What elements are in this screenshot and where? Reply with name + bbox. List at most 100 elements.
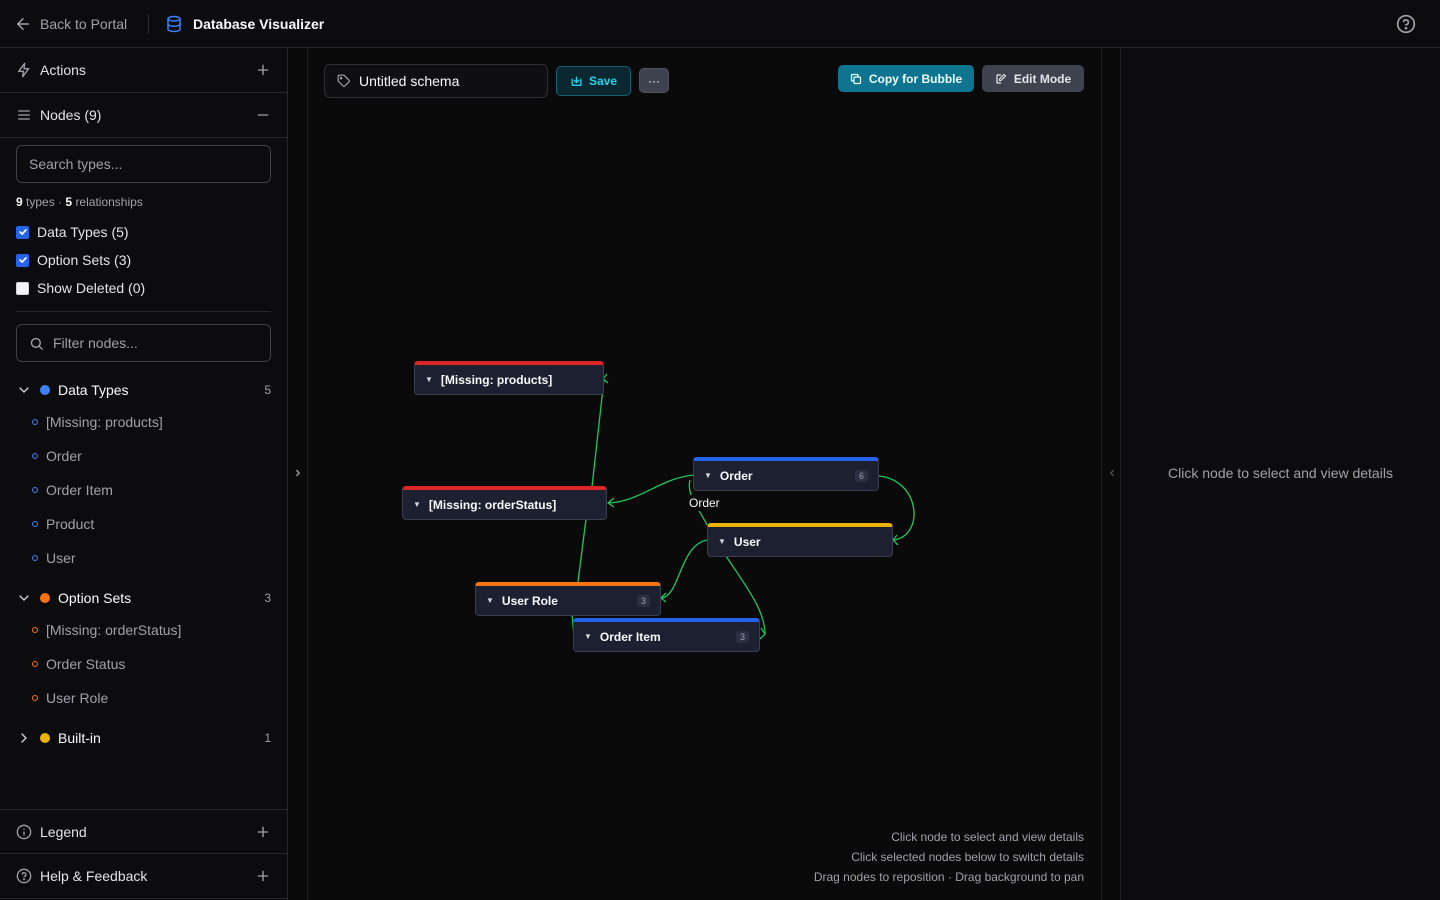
item-label: Order (46, 448, 82, 464)
help-section-header[interactable]: Help & Feedback (0, 854, 287, 899)
checkbox-data-types[interactable]: Data Types (5) (16, 224, 129, 240)
plus-icon[interactable] (255, 62, 271, 78)
database-icon (167, 15, 181, 33)
collapse-sidebar-handle[interactable] (288, 48, 308, 900)
detail-empty-message: Click node to select and view details (1168, 465, 1393, 481)
collapse-triangle-icon[interactable]: ▼ (704, 471, 712, 480)
item-label: [Missing: products] (46, 414, 163, 430)
graph-node[interactable]: ▼ [Missing: orderStatus] (402, 486, 607, 520)
list-item[interactable]: Order Item (32, 480, 113, 500)
node-name: User (733, 534, 761, 549)
arrow-left-icon (16, 18, 29, 30)
group-data-types[interactable]: Data Types 5 (16, 379, 272, 401)
group-built-in[interactable]: Built-in 1 (16, 727, 272, 749)
circle-icon (32, 627, 38, 633)
divider (16, 311, 271, 312)
list-item[interactable]: User (32, 548, 76, 568)
group-name: Option Sets (58, 590, 132, 606)
type-counts: 9 types · 5 relationships (16, 195, 143, 209)
list-item[interactable]: Order (32, 446, 82, 466)
graph-node[interactable]: ▼ User Role 3 (475, 582, 661, 616)
minus-icon[interactable] (255, 107, 271, 123)
list-item[interactable]: Product (32, 514, 94, 534)
graph-node[interactable]: ▼ Order Item 3 (573, 618, 760, 652)
copy-icon (850, 73, 861, 84)
help-circle-icon (16, 868, 32, 884)
checkbox-show-deleted[interactable]: Show Deleted (0) (16, 280, 145, 296)
list-item[interactable]: User Role (32, 688, 108, 708)
collapse-triangle-icon[interactable]: ▼ (718, 537, 726, 546)
checkbox-checked[interactable] (16, 225, 29, 239)
chevron-down-icon[interactable] (16, 590, 32, 606)
circle-icon (32, 521, 38, 527)
plus-icon[interactable] (255, 868, 271, 884)
chevron-down-icon[interactable] (16, 382, 32, 398)
node-name: Order (719, 468, 753, 483)
circle-icon (32, 419, 38, 425)
blue-dot-icon (40, 385, 50, 395)
circle-icon (32, 555, 38, 561)
menu-icon (18, 110, 30, 120)
list-item[interactable]: [Missing: orderStatus] (32, 620, 181, 640)
copy-label: Copy for Bubble (868, 71, 963, 86)
checkbox-checked[interactable] (16, 253, 29, 267)
back-to-portal-link[interactable]: Back to Portal (14, 13, 127, 35)
item-label: Order Status (46, 656, 126, 672)
nodes-section-header[interactable]: Nodes (9) (0, 93, 287, 138)
chevron-left-icon (1109, 469, 1114, 477)
plus-icon[interactable] (255, 824, 271, 840)
edit-label: Edit Mode (1013, 71, 1072, 86)
collapse-triangle-icon[interactable]: ▼ (413, 500, 421, 509)
filter-nodes-input[interactable] (53, 325, 263, 361)
checkbox-unchecked[interactable] (16, 281, 29, 295)
filter-nodes-field[interactable] (16, 324, 271, 362)
relationships-label: relationships (75, 195, 143, 209)
collapse-triangle-icon[interactable]: ▼ (425, 375, 433, 384)
graph-node[interactable]: ▼ User (707, 523, 893, 557)
edge-label: Order (686, 495, 723, 511)
copy-for-bubble-button[interactable]: Copy for Bubble (838, 65, 974, 92)
field-count-badge: 3 (636, 594, 650, 607)
help-circle-icon[interactable] (1396, 14, 1416, 34)
tag-icon (337, 74, 350, 87)
group-count: 5 (264, 383, 271, 397)
more-options-button[interactable]: ··· (639, 68, 669, 93)
item-label: Product (46, 516, 95, 532)
chevron-right-icon[interactable] (16, 730, 32, 746)
node-name: User Role (501, 593, 558, 608)
edit-mode-button[interactable]: Edit Mode (982, 65, 1084, 92)
actions-section-header[interactable]: Actions (0, 48, 287, 93)
list-item[interactable]: Order Status (32, 654, 125, 674)
yellow-dot-icon (40, 733, 50, 743)
item-label: [Missing: orderStatus] (46, 622, 182, 638)
search-types-input[interactable] (16, 145, 271, 183)
schema-name-field[interactable]: Untitled schema (324, 64, 548, 98)
hint-line: Drag nodes to reposition · Drag backgrou… (813, 870, 1084, 884)
hint-line: Click selected nodes below to switch det… (851, 850, 1084, 864)
counts-separator: · (58, 195, 63, 209)
collapse-detail-handle[interactable] (1101, 48, 1121, 900)
actions-label: Actions (40, 62, 86, 78)
circle-icon (32, 695, 38, 701)
more-label: ··· (648, 73, 660, 88)
schema-name: Untitled schema (359, 73, 460, 89)
graph-node[interactable]: ▼ Order 6 (693, 457, 879, 491)
list-item[interactable]: [Missing: products] (32, 412, 163, 432)
group-option-sets[interactable]: Option Sets 3 (16, 587, 272, 609)
hint-line: Click node to select and view details (891, 830, 1084, 844)
save-button[interactable]: Save (556, 66, 631, 96)
divider (148, 14, 149, 34)
collapse-triangle-icon[interactable]: ▼ (584, 632, 592, 641)
collapse-triangle-icon[interactable]: ▼ (486, 596, 494, 605)
types-count: 9 (16, 195, 23, 209)
help-label: Help & Feedback (40, 868, 148, 884)
legend-section-header[interactable]: Legend (0, 809, 287, 854)
legend-label: Legend (40, 823, 87, 840)
zap-icon (18, 62, 30, 78)
circle-icon (32, 661, 38, 667)
sidebar: Actions Nodes (9) 9 types · 5 relationsh… (0, 48, 288, 900)
checkbox-option-sets[interactable]: Option Sets (3) (16, 252, 131, 268)
canvas-hints: Click node to select and view details Cl… (814, 827, 1084, 887)
graph-node[interactable]: ▼ [Missing: products] (414, 361, 604, 395)
types-label: types (26, 195, 55, 209)
